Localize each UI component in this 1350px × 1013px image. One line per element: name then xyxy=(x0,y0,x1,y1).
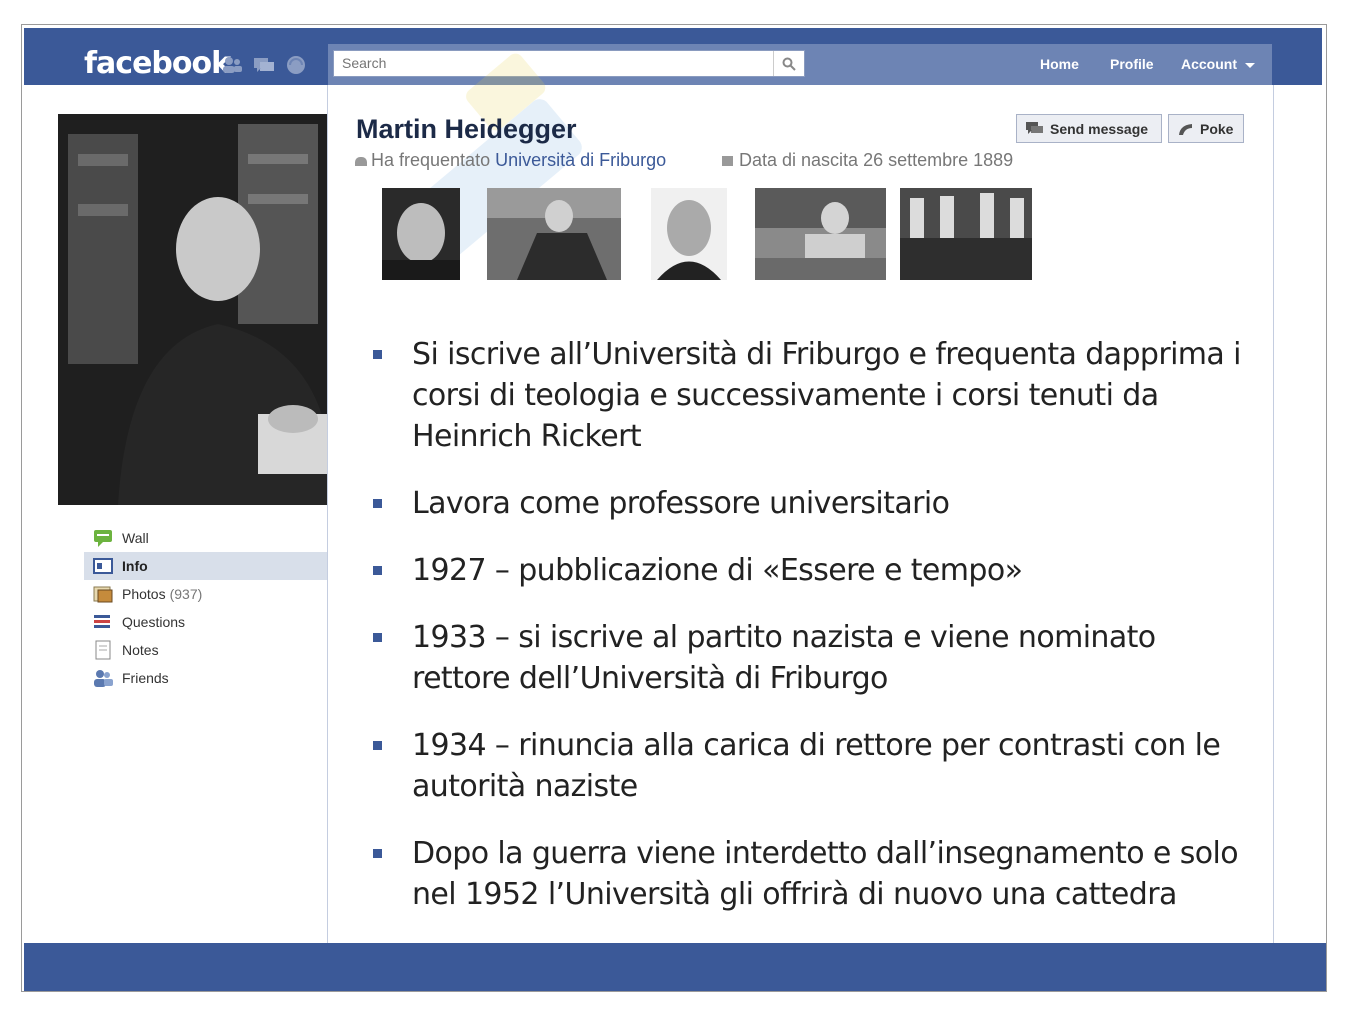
list-item: Lavora come professore universitario xyxy=(370,483,1250,524)
list-item-text: Dopo la guerra viene interdetto dall’ins… xyxy=(412,836,1239,912)
list-item: 1934 – rinuncia alla carica di rettore p… xyxy=(370,725,1250,807)
send-message-button[interactable]: Send message xyxy=(1016,114,1162,143)
top-icons xyxy=(221,55,307,75)
photo-thumbnail[interactable] xyxy=(382,188,460,280)
profile-sidebar-nav: Wall Info Photos (937) Questions Notes F… xyxy=(84,524,327,692)
nav-profile[interactable]: Profile xyxy=(1110,56,1154,72)
sidebar-item-label: Photos xyxy=(122,586,166,602)
education-line: Ha frequentato Università di Friburgo xyxy=(355,150,666,171)
sidebar-item-label: Info xyxy=(122,558,148,574)
sidebar-item-info[interactable]: Info xyxy=(84,552,327,580)
list-item-text: 1927 – pubblicazione di «Essere e tempo» xyxy=(412,553,1023,588)
photos-icon xyxy=(92,584,114,604)
bullet-marker xyxy=(373,741,382,750)
nav-account[interactable]: Account xyxy=(1181,56,1255,72)
bullet-list: Si iscrive all’Università di Friburgo e … xyxy=(370,334,1250,941)
sidebar-item-wall[interactable]: Wall xyxy=(84,524,327,552)
list-item: 1933 – si iscrive al partito nazista e v… xyxy=(370,617,1250,699)
list-item: Si iscrive all’Università di Friburgo e … xyxy=(370,334,1250,457)
bullet-marker xyxy=(373,566,382,575)
photo-thumbnail[interactable] xyxy=(755,188,886,280)
sidebar-item-photos[interactable]: Photos (937) xyxy=(84,580,327,608)
list-item-text: Lavora come professore universitario xyxy=(412,486,950,521)
friend-requests-icon[interactable] xyxy=(221,55,243,75)
sidebar-item-label: Questions xyxy=(122,614,186,630)
facebook-logo[interactable]: facebook xyxy=(84,46,231,81)
list-item: 1927 – pubblicazione di «Essere e tempo» xyxy=(370,550,1250,591)
messages-icon[interactable] xyxy=(253,55,275,75)
sidebar-item-friends[interactable]: Friends xyxy=(84,664,327,692)
list-item-text: 1933 – si iscrive al partito nazista e v… xyxy=(412,620,1156,696)
sidebar-item-label: Wall xyxy=(122,530,149,546)
sidebar-item-label: Notes xyxy=(122,642,159,658)
profile-photo[interactable] xyxy=(58,114,327,505)
profile-name[interactable]: Martin Heidegger xyxy=(356,114,577,145)
chevron-down-icon xyxy=(1244,62,1255,68)
list-item: Dopo la guerra viene interdetto dall’ins… xyxy=(370,833,1250,915)
birthday-line: Data di nascita 26 settembre 1889 xyxy=(722,150,1013,171)
photo-thumbnail[interactable] xyxy=(651,188,727,280)
bullet-marker xyxy=(373,499,382,508)
message-icon xyxy=(1026,121,1043,134)
sidebar-item-label: Friends xyxy=(122,670,169,686)
photo-thumbnail[interactable] xyxy=(487,188,621,280)
poke-button[interactable]: Poke xyxy=(1168,114,1244,143)
photo-thumbnail[interactable] xyxy=(900,188,1032,280)
poke-label: Poke xyxy=(1200,120,1234,137)
birthday-text: Data di nascita 26 settembre 1889 xyxy=(739,150,1014,170)
notes-icon xyxy=(92,640,114,660)
sidebar-item-questions[interactable]: Questions xyxy=(84,608,327,636)
questions-icon xyxy=(92,612,114,632)
list-item-text: Si iscrive all’Università di Friburgo e … xyxy=(412,337,1241,454)
nav-home[interactable]: Home xyxy=(1040,56,1079,72)
sidebar-item-notes[interactable]: Notes xyxy=(84,636,327,664)
education-icon xyxy=(355,156,367,166)
info-icon xyxy=(92,556,114,576)
bullet-marker xyxy=(373,633,382,642)
list-item-text: 1934 – rinuncia alla carica di rettore p… xyxy=(412,728,1221,804)
poke-icon xyxy=(1179,123,1192,135)
wall-icon xyxy=(92,528,114,548)
friends-icon xyxy=(92,668,114,688)
education-prefix: Ha frequentato xyxy=(371,150,496,170)
search-button[interactable] xyxy=(773,51,804,76)
nav-account-label: Account xyxy=(1181,56,1237,72)
footer-bar xyxy=(24,943,1326,991)
education-school-link[interactable]: Università di Friburgo xyxy=(495,150,666,170)
send-message-label: Send message xyxy=(1050,120,1149,137)
bullet-marker xyxy=(373,350,382,359)
bullet-marker xyxy=(373,849,382,858)
search-icon xyxy=(782,57,796,71)
photos-count: (937) xyxy=(169,586,203,602)
birthday-icon xyxy=(722,156,733,167)
notifications-icon[interactable] xyxy=(285,55,307,75)
